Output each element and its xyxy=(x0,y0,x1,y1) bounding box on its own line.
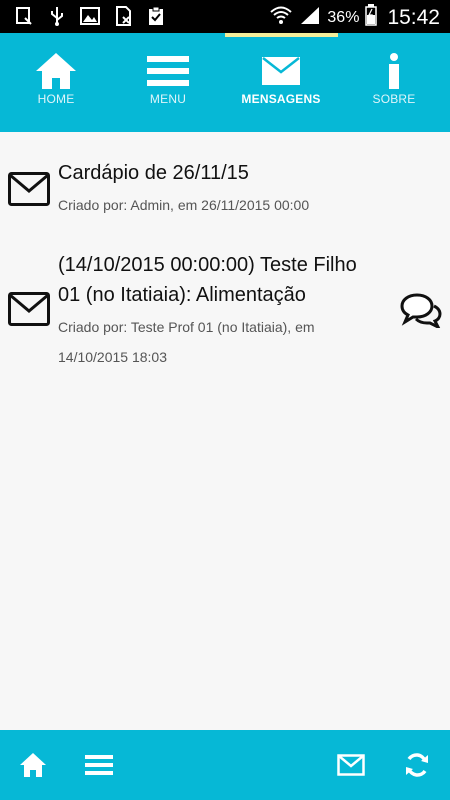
notification-icons xyxy=(14,6,166,26)
tab-home[interactable]: HOME xyxy=(0,33,112,132)
message-meta-line-1: Criado por: Teste Prof 01 (no Itatiaia),… xyxy=(58,319,315,335)
home-icon xyxy=(0,51,112,91)
clock: 15:42 xyxy=(387,5,440,29)
envelope-icon xyxy=(337,754,365,776)
bottom-refresh-button[interactable] xyxy=(399,747,435,783)
message-title-line-2: 01 (no Itatiaia): Alimentação xyxy=(58,284,306,306)
info-icon xyxy=(338,51,450,91)
status-bar: 36% 15:42 xyxy=(0,0,450,33)
tab-home-label: HOME xyxy=(37,92,75,106)
tab-mensagens-label: MENSAGENS xyxy=(241,92,321,106)
home-icon xyxy=(20,753,46,777)
wifi-icon xyxy=(269,5,293,30)
bottom-home-button[interactable] xyxy=(15,747,51,783)
image-icon xyxy=(80,6,100,26)
bottom-menu-button[interactable] xyxy=(81,747,117,783)
clipboard-check-icon xyxy=(146,6,166,26)
top-navigation: HOME MENU MENSAGENS SOBRE xyxy=(0,33,450,132)
envelope-icon xyxy=(8,172,50,206)
signal-icon xyxy=(299,5,321,30)
battery-icon xyxy=(365,4,378,31)
message-item[interactable]: (14/10/2015 00:00:00) Teste Filho 01 (no… xyxy=(0,250,450,375)
screenshot-notification-icon xyxy=(14,6,34,26)
envelope-icon xyxy=(225,51,337,91)
menu-icon xyxy=(112,51,224,91)
battery-percent: 36% xyxy=(327,8,360,26)
tab-mensagens[interactable]: MENSAGENS xyxy=(225,33,337,132)
tab-menu-label: MENU xyxy=(149,92,187,106)
message-meta-line-2: 14/10/2015 18:03 xyxy=(58,349,167,365)
message-item[interactable]: Cardápio de 26/11/15 Criado por: Admin, … xyxy=(0,158,450,224)
envelope-icon xyxy=(8,292,50,326)
refresh-icon xyxy=(406,753,428,777)
usb-icon xyxy=(47,6,67,26)
bottom-toolbar xyxy=(0,730,450,800)
sim-icon xyxy=(113,6,133,26)
message-title-line-1: (14/10/2015 00:00:00) Teste Filho xyxy=(58,254,357,276)
tab-sobre-label: SOBRE xyxy=(372,92,416,106)
message-list: Cardápio de 26/11/15 Criado por: Admin, … xyxy=(0,132,450,730)
comments-icon[interactable] xyxy=(400,292,442,328)
tab-sobre[interactable]: SOBRE xyxy=(338,33,450,132)
system-status: 36% 15:42 xyxy=(269,4,440,31)
tab-menu[interactable]: MENU xyxy=(112,33,224,132)
menu-icon xyxy=(85,755,113,775)
bottom-messages-button[interactable] xyxy=(333,747,369,783)
message-title: Cardápio de 26/11/15 xyxy=(58,162,249,184)
message-meta: Criado por: Admin, em 26/11/2015 00:00 xyxy=(58,197,310,213)
